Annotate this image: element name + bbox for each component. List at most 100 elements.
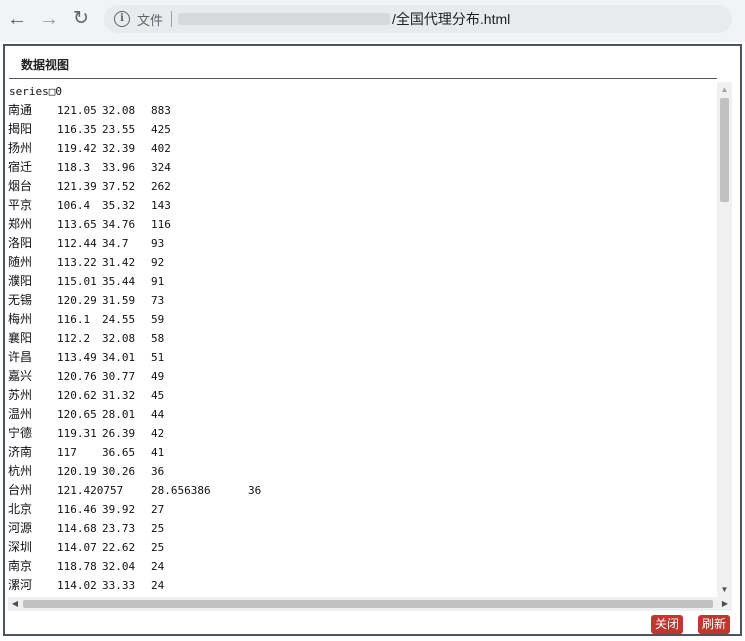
- longitude-cell: 117: [57, 446, 77, 459]
- table-row: 深圳 114.07 22.62 25: [8, 538, 716, 557]
- value-cell: 36: [151, 465, 165, 478]
- table-row: 北京 116.46 39.92 27: [8, 500, 716, 519]
- latitude-cell: 32.04: [102, 560, 136, 573]
- value-cell: 42: [151, 427, 165, 440]
- latitude-cell: 31.32: [102, 389, 136, 402]
- city-name: 宿迁: [8, 160, 33, 174]
- latitude-cell: 32.08: [102, 104, 136, 117]
- value-cell: 883: [151, 104, 171, 117]
- title-divider: [9, 78, 717, 79]
- latitude-cell: 22.62: [102, 541, 136, 554]
- latitude-cell: 33.33: [102, 579, 136, 592]
- info-icon[interactable]: i: [114, 11, 130, 27]
- value-cell: 36: [248, 484, 262, 497]
- table-row: 台州 121.420757 28.656386 36: [8, 481, 716, 500]
- url-redacted-path: [178, 13, 390, 25]
- vertical-scrollbar[interactable]: ▲ ▼: [717, 82, 732, 597]
- longitude-cell: 120.65: [57, 408, 97, 421]
- value-cell: 425: [151, 123, 171, 136]
- city-name: 平京: [8, 198, 33, 212]
- value-cell: 51: [151, 351, 165, 364]
- vertical-scroll-thumb[interactable]: [720, 98, 729, 202]
- table-row: 温州 120.65 28.01 44: [8, 405, 716, 424]
- latitude-cell: 34.7: [102, 237, 129, 250]
- scroll-down-arrow-icon[interactable]: ▼: [717, 582, 732, 597]
- browser-toolbar: ← → ↻ i 文件 /全国代理分布.html: [0, 0, 745, 38]
- longitude-cell: 118.78: [57, 560, 97, 573]
- file-scheme-label: 文件: [137, 13, 164, 28]
- latitude-cell: 36.65: [102, 446, 136, 459]
- city-name: 许昌: [8, 350, 33, 364]
- back-arrow-icon[interactable]: ←: [4, 6, 30, 32]
- latitude-cell: 30.26: [102, 465, 136, 478]
- reload-icon[interactable]: ↻: [68, 6, 94, 32]
- table-row: 杭州 120.19 30.26 36: [8, 462, 716, 481]
- latitude-cell: 33.96: [102, 161, 136, 174]
- table-row: 濮阳 115.01 35.44 91: [8, 272, 716, 291]
- scroll-up-arrow-icon[interactable]: ▲: [717, 82, 732, 97]
- city-name: 烟台: [8, 179, 33, 193]
- table-row: 扬州 119.42 32.39 402: [8, 139, 716, 158]
- table-row: 宁德 119.31 26.39 42: [8, 424, 716, 443]
- table-row: 随州 113.22 31.42 92: [8, 253, 716, 272]
- value-cell: 262: [151, 180, 171, 193]
- longitude-cell: 114.68: [57, 522, 97, 535]
- table-row: 南京 118.78 32.04 24: [8, 557, 716, 576]
- scroll-right-arrow-icon[interactable]: ▶: [718, 597, 732, 611]
- city-name: 济南: [8, 445, 33, 459]
- value-cell: 25: [151, 541, 165, 554]
- latitude-cell: 34.01: [102, 351, 136, 364]
- longitude-cell: 121.420757: [57, 484, 124, 497]
- table-row: 南通 121.05 32.08 883: [8, 101, 716, 120]
- table-row: 郑州 113.65 34.76 116: [8, 215, 716, 234]
- city-name: 北京: [8, 502, 33, 516]
- address-bar[interactable]: i 文件 /全国代理分布.html: [104, 5, 732, 33]
- scroll-left-arrow-icon[interactable]: ◀: [8, 597, 22, 611]
- city-name: 台州: [8, 483, 33, 497]
- close-button[interactable]: 关闭: [651, 615, 683, 634]
- city-name: 嘉兴: [8, 369, 33, 383]
- longitude-cell: 112.2: [57, 332, 91, 345]
- longitude-cell: 114.02: [57, 579, 97, 592]
- longitude-cell: 116.1: [57, 313, 91, 326]
- data-textarea[interactable]: series□0 南通 121.05 32.08 883 揭阳 116.35 23.55 42…: [8, 82, 716, 597]
- city-name: 揭阳: [8, 122, 33, 136]
- longitude-cell: 121.05: [57, 104, 97, 117]
- url-separator: [171, 11, 172, 27]
- longitude-cell: 114.07: [57, 541, 97, 554]
- value-cell: 93: [151, 237, 165, 250]
- table-row: 襄阳 112.2 32.08 58: [8, 329, 716, 348]
- city-name: 杭州: [8, 464, 33, 478]
- city-name: 洛阳: [8, 236, 33, 250]
- latitude-cell: 28.01: [102, 408, 136, 421]
- city-name: 襄阳: [8, 331, 33, 345]
- longitude-cell: 113.22: [57, 256, 97, 269]
- latitude-cell: 37.52: [102, 180, 136, 193]
- value-cell: 73: [151, 294, 165, 307]
- longitude-cell: 120.19: [57, 465, 97, 478]
- latitude-cell: 31.59: [102, 294, 136, 307]
- longitude-cell: 120.76: [57, 370, 97, 383]
- value-cell: 59: [151, 313, 165, 326]
- city-name: 濮阳: [8, 274, 33, 288]
- table-row: 嘉兴 120.76 30.77 49: [8, 367, 716, 386]
- longitude-cell: 119.31: [57, 427, 97, 440]
- city-name: 河源: [8, 521, 33, 535]
- url-filename: /全国代理分布.html: [392, 11, 511, 27]
- value-cell: 41: [151, 446, 165, 459]
- city-name: 漯河: [8, 578, 33, 592]
- longitude-cell: 116.46: [57, 503, 97, 516]
- forward-arrow-icon[interactable]: →: [36, 6, 62, 32]
- horizontal-scroll-thumb[interactable]: [23, 600, 713, 608]
- value-cell: 92: [151, 256, 165, 269]
- table-row: 许昌 113.49 34.01 51: [8, 348, 716, 367]
- horizontal-scrollbar[interactable]: ◀ ▶: [8, 597, 732, 611]
- data-rows: 南通 121.05 32.08 883 揭阳 116.35 23.55 425 扬州 119.42…: [8, 101, 716, 597]
- table-row: 苏州 120.62 31.32 45: [8, 386, 716, 405]
- table-row: 无锡 120.29 31.59 73: [8, 291, 716, 310]
- refresh-button[interactable]: 刷新: [698, 615, 730, 634]
- latitude-cell: 23.55: [102, 123, 136, 136]
- longitude-cell: 120.29: [57, 294, 97, 307]
- city-name: 无锡: [8, 293, 33, 307]
- city-name: 南通: [8, 103, 33, 117]
